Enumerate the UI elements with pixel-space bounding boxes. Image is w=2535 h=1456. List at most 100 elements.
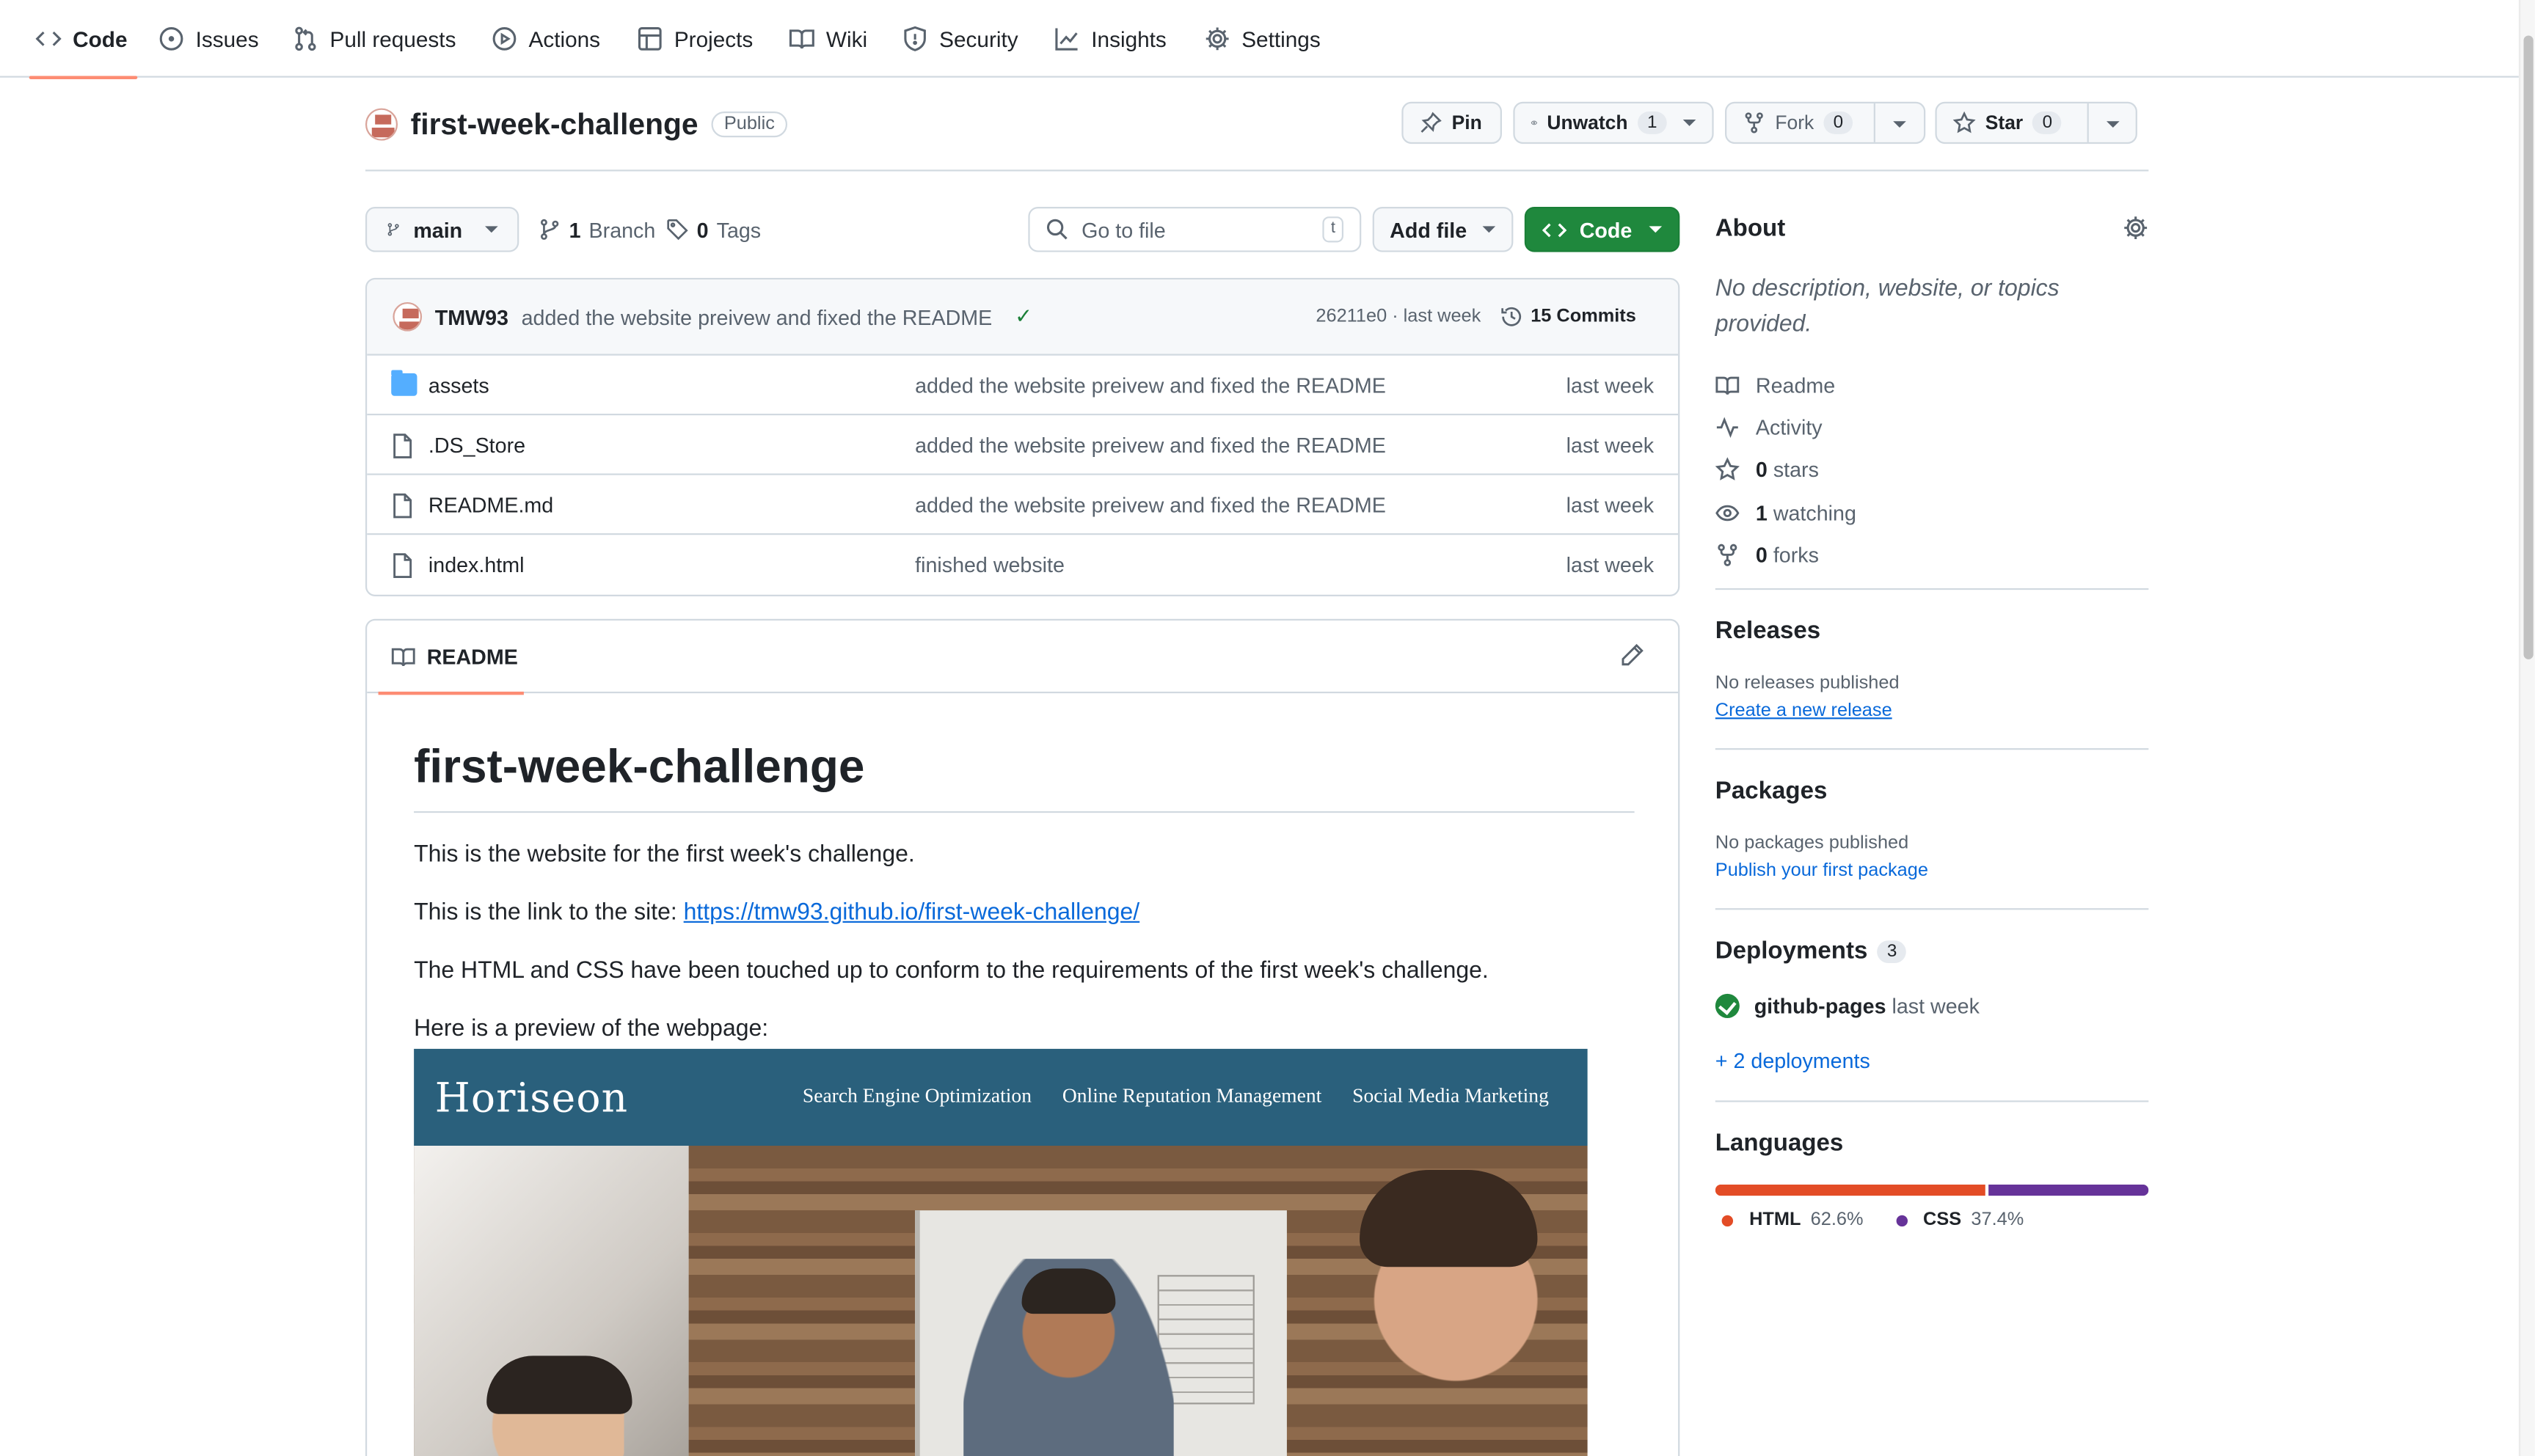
publish-package-link[interactable]: Publish your first package (1715, 861, 1928, 880)
commits-link[interactable]: 15 Commits (1500, 305, 1636, 328)
file-name[interactable]: index.html (428, 552, 525, 577)
tab-wiki-label: Wiki (825, 26, 868, 51)
file-icon (391, 552, 417, 578)
tab-pull-requests[interactable]: Pull requests (293, 0, 456, 78)
deployment-item[interactable]: github-pages last week (1715, 993, 1980, 1018)
sidebar-divider (1715, 1100, 2149, 1102)
file-commit-message[interactable]: added the website preivew and fixed the … (915, 373, 1386, 397)
branches-link[interactable]: 1 Branch (539, 207, 655, 252)
tab-security-label: Security (939, 26, 1018, 51)
watching-link[interactable]: 1 watching (1715, 491, 1856, 534)
repo-nav: Code Issues Pull requests Actions Projec… (0, 0, 2519, 79)
unwatch-label: Unwatch (1547, 111, 1628, 134)
page-scrollbar[interactable] (2518, 0, 2535, 1456)
branch-icon (541, 219, 559, 240)
edit-about-button[interactable] (2123, 215, 2148, 241)
add-file-button[interactable]: Add file (1372, 206, 1514, 252)
about-item-label: Readme (1755, 373, 1836, 398)
owner-avatar[interactable] (365, 108, 398, 141)
file-row[interactable]: assets added the website preivew and fix… (367, 356, 1679, 416)
tab-actions[interactable]: Actions (492, 0, 600, 78)
file-commit-message[interactable]: added the website preivew and fixed the … (915, 492, 1386, 516)
branch-selector[interactable]: main (365, 206, 519, 252)
file-row[interactable]: index.html finished website last week (367, 535, 1678, 595)
forks-count: 0 (1755, 542, 1768, 567)
file-row[interactable]: README.md added the website preivew and … (367, 475, 1679, 535)
preview-nav-link: Search Engine Optimization (802, 1084, 1032, 1108)
readme-paragraph: This is the website for the first week's… (414, 841, 915, 868)
code-icon (1542, 222, 1567, 237)
file-name[interactable]: README.md (428, 492, 553, 516)
scrollbar-thumb[interactable] (2523, 35, 2534, 659)
watch-counter: 1 (1637, 111, 1667, 134)
tab-insights[interactable]: Insights (1054, 0, 1167, 78)
packages-title[interactable]: Packages (1715, 778, 1828, 805)
book-icon (391, 648, 415, 667)
forks-link[interactable]: 0 forks (1715, 533, 1856, 576)
releases-title[interactable]: Releases (1715, 618, 1820, 645)
pull-request-icon (295, 26, 316, 51)
file-name[interactable]: assets (428, 373, 489, 397)
file-commit-message[interactable]: finished website (915, 552, 1065, 577)
fork-icon (1718, 544, 1737, 566)
more-deployments-link[interactable]: + 2 deployments (1715, 1049, 1870, 1073)
check-icon[interactable]: ✓ (1015, 304, 1032, 329)
commit-sha-time[interactable]: 26211e0 · last week (1316, 307, 1481, 326)
deployments-counter: 3 (1877, 940, 1907, 962)
edit-readme-button[interactable] (1620, 643, 1646, 669)
file-name[interactable]: .DS_Store (428, 432, 525, 456)
site-link[interactable]: https://tmw93.github.io/first-week-chall… (684, 900, 1140, 926)
pin-button[interactable]: Pin (1401, 101, 1502, 144)
tab-security[interactable]: Security (902, 0, 1018, 78)
branch-count: 1 (569, 217, 581, 242)
tab-readme[interactable]: README (378, 621, 524, 695)
language-name: HTML (1749, 1210, 1801, 1230)
commit-author[interactable]: TMW93 (435, 304, 508, 329)
pulse-icon (1716, 417, 1738, 438)
code-icon (35, 31, 62, 46)
pencil-icon (1622, 643, 1644, 666)
readme-link[interactable]: Readme (1715, 364, 1856, 406)
language-css[interactable]: CSS 37.4% (1895, 1210, 2024, 1230)
file-row[interactable]: .DS_Store added the website preivew and … (367, 415, 1679, 475)
tab-issues[interactable]: Issues (158, 0, 259, 78)
about-description: No description, website, or topics provi… (1715, 276, 2060, 338)
search-icon (1046, 219, 1068, 240)
chevron-down-icon (1649, 226, 1663, 233)
stars-count: 0 (1755, 457, 1768, 483)
tab-projects[interactable]: Projects (637, 0, 753, 78)
fork-button[interactable]: Fork 0 (1725, 101, 1926, 144)
commit-author-avatar[interactable] (393, 301, 423, 332)
create-release-link[interactable]: Create a new release (1715, 701, 1892, 720)
about-item-label: forks (1773, 542, 1819, 567)
commit-message[interactable]: added the website preivew and fixed the … (522, 304, 993, 329)
language-html[interactable]: HTML 62.6% (1721, 1210, 1864, 1230)
repo-name[interactable]: first-week-challenge (411, 106, 699, 142)
fork-icon (1745, 112, 1763, 133)
chevron-down-icon[interactable] (2107, 121, 2120, 128)
unwatch-button[interactable]: Unwatch 1 (1513, 101, 1714, 144)
tab-code-label: Code (73, 26, 128, 51)
stars-link[interactable]: 0 stars (1715, 449, 1856, 491)
language-name: CSS (1923, 1210, 1962, 1230)
preview-hero-photo (414, 1145, 1588, 1456)
activity-link[interactable]: Activity (1715, 406, 1856, 449)
chevron-down-icon[interactable] (1893, 121, 1906, 128)
tag-count: 0 (696, 217, 709, 242)
file-commit-message[interactable]: added the website preivew and fixed the … (915, 432, 1386, 456)
language-bar-segment (1988, 1184, 2149, 1196)
tab-code[interactable]: Code (29, 0, 137, 79)
code-dropdown-button[interactable]: Code (1524, 206, 1680, 252)
preview-nav-link: Social Media Marketing (1352, 1084, 1549, 1108)
search-shortcut-key: t (1322, 216, 1344, 243)
go-to-file-input[interactable]: Go to file t (1028, 206, 1362, 252)
deployments-header[interactable]: Deployments 3 (1715, 937, 1907, 965)
tags-link[interactable]: 0 Tags (666, 207, 761, 252)
file-time: last week (1566, 552, 1655, 577)
deployment-env[interactable]: github-pages (1754, 994, 1886, 1018)
star-label: Star (1985, 111, 2024, 134)
fork-label: Fork (1775, 111, 1814, 134)
star-button[interactable]: Star 0 (1935, 101, 2137, 144)
tab-settings[interactable]: Settings (1205, 0, 1321, 78)
tab-wiki[interactable]: Wiki (789, 0, 867, 78)
